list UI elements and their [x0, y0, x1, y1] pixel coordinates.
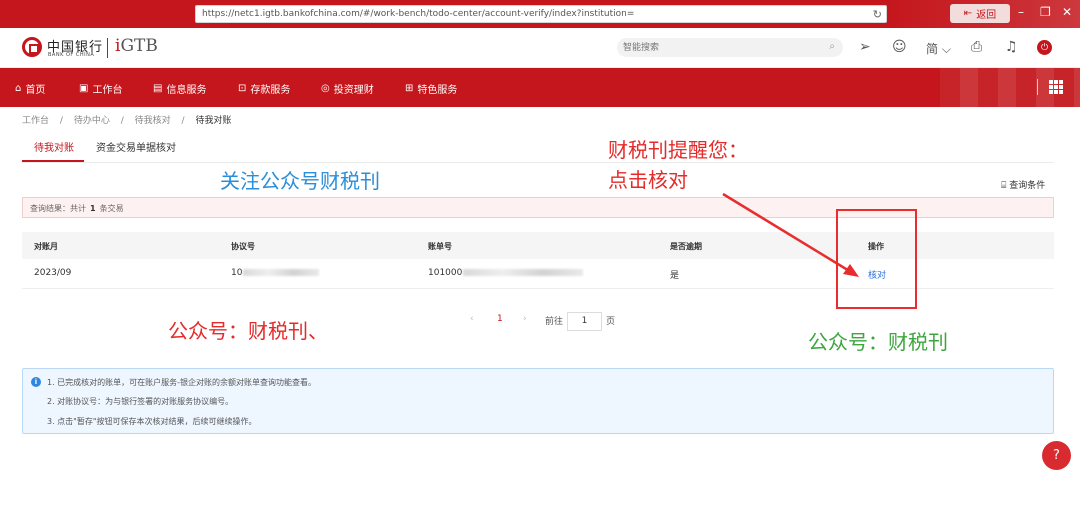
nav-item-home[interactable]: ⌂ 首页: [15, 81, 45, 96]
nav-item-workbench[interactable]: ▣ 工作台: [79, 81, 122, 96]
url-text: https://netc1.igtb.bankofchina.com/#/wor…: [202, 9, 635, 19]
nav-item-special[interactable]: ⊞ 特色服务: [405, 81, 457, 96]
search-input[interactable]: [617, 38, 807, 57]
breadcrumb-workbench[interactable]: 工作台: [22, 116, 49, 126]
tip-line-3: 3. 点击"暂存"按钮可保存本次核对结果，后续可继续操作。: [47, 417, 257, 426]
reload-icon[interactable]: ↻: [873, 8, 882, 21]
main-nav: ⌂ 首页 ▣ 工作台 ▤ 信息服务 ⊡ 存款服务 ◎ 投资理财 ⊞ 特色服务: [0, 68, 1080, 107]
deposit-icon: ⊡: [238, 83, 247, 94]
back-button[interactable]: ⇤ 返回: [950, 4, 1010, 23]
back-label: 返回: [976, 10, 997, 21]
tip-line-2: 2. 对账协议号：为与银行签署的对账服务协议编号。: [47, 397, 234, 406]
nav-item-info-service[interactable]: ▤ 信息服务: [153, 81, 206, 96]
address-bar[interactable]: https://netc1.igtb.bankofchina.com/#/wor…: [195, 5, 887, 23]
col-month: 对账月: [34, 242, 58, 251]
annotation-red-line2: 点击核对: [608, 168, 688, 192]
annotation-blue: 关注公众号财税刊: [220, 169, 380, 193]
page-jump-input[interactable]: 1: [567, 312, 602, 331]
active-tab-indicator: [22, 160, 84, 162]
smart-search[interactable]: ⌕: [617, 38, 843, 57]
cell-agreement-no: 10: [231, 268, 320, 278]
prev-page-button[interactable]: ‹: [470, 314, 474, 324]
breadcrumb: 工作台 / 待办中心 / 待我核对 / 待我对账: [22, 116, 232, 126]
annotation-red-line1: 财税刊提醒您：: [608, 138, 748, 162]
tab-fund-trade-verify[interactable]: 资金交易单据核对: [96, 139, 176, 154]
nav-item-invest[interactable]: ◎ 投资理财: [321, 81, 374, 96]
col-overdue: 是否逾期: [670, 242, 702, 251]
special-service-icon: ⊞: [405, 83, 414, 94]
workbench-icon: ▣: [79, 83, 89, 94]
nav-item-deposit[interactable]: ⊡ 存款服务: [238, 81, 290, 96]
breadcrumb-todo-center[interactable]: 待办中心: [74, 116, 110, 126]
redacted-agreement: [243, 269, 320, 276]
annotation-green: 公众号：财税刊: [808, 330, 948, 354]
logout-icon[interactable]: ⏻: [1037, 40, 1052, 55]
browser-toolbar: https://netc1.igtb.bankofchina.com/#/wor…: [0, 0, 1080, 28]
tips-box: i 1. 已完成核对的账单，可在账户服务-银企对账的余额对账单查询功能查看。 2…: [22, 368, 1054, 434]
tip-line-1: 1. 已完成核对的账单，可在账户服务-银企对账的余额对账单查询功能查看。: [47, 378, 317, 387]
app-grid-icon[interactable]: [1049, 80, 1063, 94]
breadcrumb-current: 待我对账: [195, 116, 232, 126]
home-icon: ⌂: [15, 83, 22, 94]
cell-overdue: 是: [670, 271, 680, 281]
close-icon[interactable]: ✕: [1062, 5, 1072, 19]
breadcrumb-verify[interactable]: 待我核对: [135, 116, 171, 126]
help-button[interactable]: ?: [1042, 441, 1071, 470]
next-page-button[interactable]: ›: [523, 314, 527, 324]
page: https://netc1.igtb.bankofchina.com/#/wor…: [0, 0, 1080, 525]
filter-icon: ⌸: [1001, 181, 1007, 191]
logo-text-en: BANK OF CHINA: [48, 52, 95, 58]
restore-icon[interactable]: ❐: [1040, 5, 1051, 19]
search-icon[interactable]: ⌕: [829, 41, 835, 52]
back-icon: ⇤: [963, 8, 973, 19]
bank-of-china-logo-icon: [22, 37, 42, 57]
site-header: 中国银行 BANK OF CHINA iGTB ⌕ ➢ ☺ 简 ⌵ ⎙ ♫ ⏻: [0, 28, 1080, 68]
page-suffix: 页: [606, 317, 616, 327]
goto-label: 前往: [545, 317, 564, 327]
tab-reconcile[interactable]: 待我对账: [34, 139, 74, 154]
minimize-icon[interactable]: –: [1018, 5, 1024, 19]
language-switch[interactable]: 简 ⌵: [926, 40, 951, 57]
cell-month: 2023/09: [34, 268, 72, 278]
logo-divider: [107, 38, 108, 58]
col-bill-no: 账单号: [428, 242, 452, 251]
info-icon: i: [31, 377, 41, 387]
cell-bill-no: 101000: [428, 268, 584, 278]
result-count: 1: [90, 204, 96, 213]
print-icon[interactable]: ⎙: [971, 40, 982, 54]
send-icon[interactable]: ➢: [859, 40, 871, 54]
redacted-bill: [463, 269, 584, 276]
gtb-logo: iGTB: [115, 36, 158, 56]
query-conditions-toggle[interactable]: ⌸ 查询条件: [1001, 178, 1045, 191]
col-agreement-no: 协议号: [231, 242, 255, 251]
customer-service-icon[interactable]: ☺: [892, 40, 907, 54]
page-number-current[interactable]: 1: [497, 314, 503, 324]
bell-icon[interactable]: ♫: [1005, 40, 1018, 54]
annotation-red-bottom: 公众号：财税刊、: [168, 319, 328, 343]
info-service-icon: ▤: [153, 83, 163, 94]
tab-bar: 待我对账 资金交易单据核对: [22, 129, 1054, 163]
invest-icon: ◎: [321, 83, 330, 94]
nav-divider: [1037, 79, 1038, 95]
annotation-arrow-icon: [722, 192, 859, 277]
